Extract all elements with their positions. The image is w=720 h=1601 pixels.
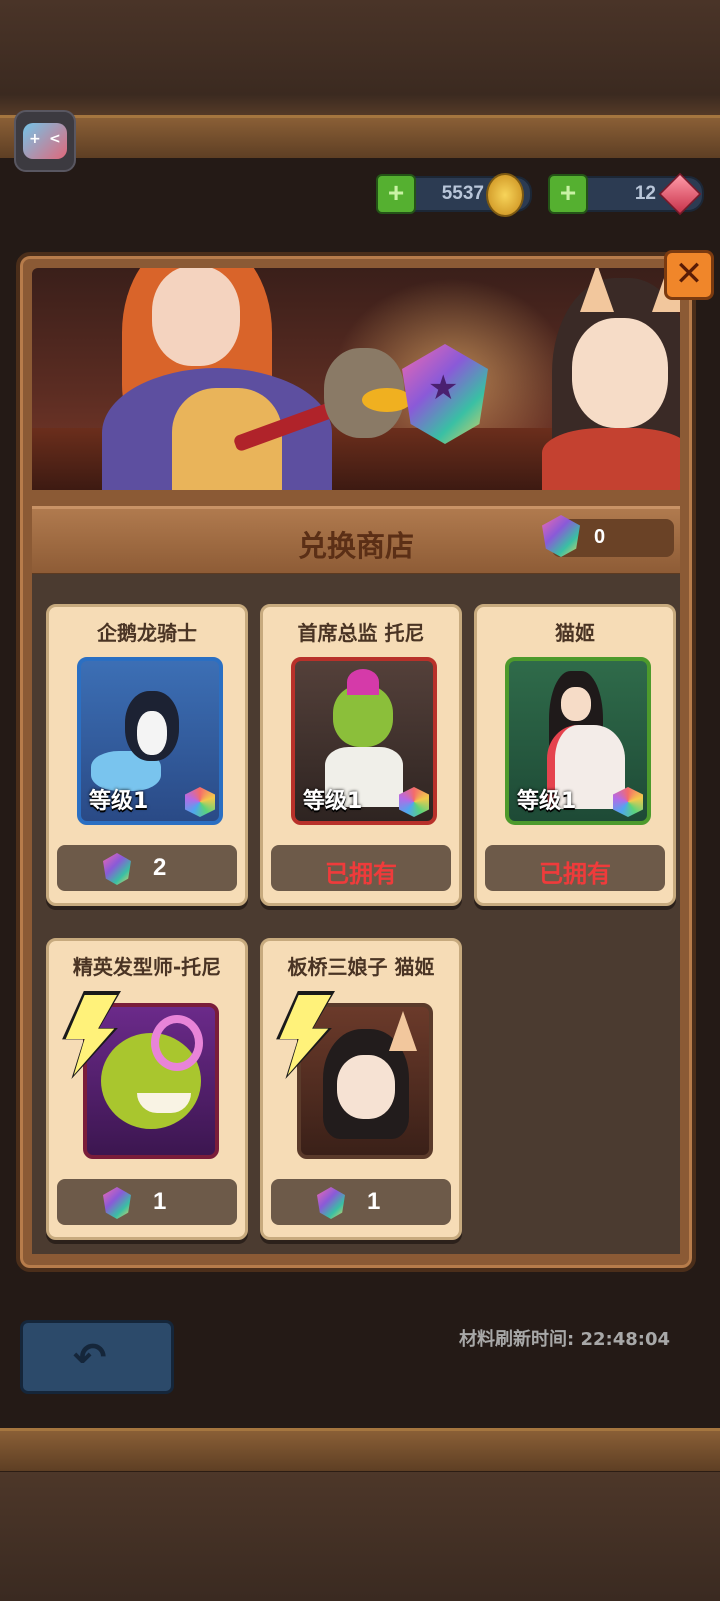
- shop-title-bar: 兑换商店 0: [32, 506, 680, 576]
- exchange-shop-dialog: ✕ 兑换商店 0 企鹅龙骑士 等级1 2 首席总监 托尼: [16, 250, 714, 1272]
- item-name: 企鹅龙骑士: [97, 621, 197, 645]
- item-name: 板桥三娘子 猫姬: [287, 955, 435, 979]
- prism-cube-icon: [185, 787, 215, 817]
- top-wood-bar: [0, 115, 720, 161]
- hero-portrait-cat-princess: 等级1: [505, 657, 651, 825]
- refresh-time-text: 材料刷新时间: 22:48:04: [458, 1329, 670, 1350]
- hero-portrait-penguin-dragon-knight: 等级1: [77, 657, 223, 825]
- game-assistant-button[interactable]: + <: [14, 110, 76, 172]
- back-button[interactable]: ↶: [20, 1320, 174, 1394]
- gold-amount: 5537: [441, 183, 484, 204]
- close-button[interactable]: ✕: [664, 250, 714, 300]
- hero-level: 等级1: [89, 789, 149, 814]
- item-name: 猫姬: [555, 621, 595, 645]
- shop-item-card[interactable]: 猫姬 等级1 已拥有: [474, 604, 676, 906]
- buy-button[interactable]: 1: [271, 1179, 451, 1225]
- gamepad-icon: + <: [23, 123, 67, 159]
- bottom-wood-bar: [0, 1428, 720, 1474]
- shop-item-grid: 企鹅龙骑士 等级1 2 首席总监 托尼 等级1 已拥有 猫姬 等级1 已拥有 精…: [32, 574, 680, 1254]
- shop-item-card[interactable]: 精英发型师-托尼 1: [46, 938, 248, 1240]
- gem-icon: [658, 172, 702, 216]
- gem-amount: 12: [634, 183, 656, 204]
- token-balance-value: 0: [594, 526, 606, 548]
- gem-counter: + 12: [548, 172, 704, 216]
- hero-portrait-chief-director-tony: 等级1: [291, 657, 437, 825]
- buy-button[interactable]: 1: [57, 1179, 237, 1225]
- hero-level: 等级1: [303, 789, 363, 814]
- hero-level: 等级1: [517, 789, 577, 814]
- owned-status: 已拥有: [485, 845, 665, 891]
- owned-label: 已拥有: [539, 860, 611, 888]
- owned-label: 已拥有: [325, 860, 397, 888]
- prism-token-icon: [317, 1187, 345, 1219]
- add-gold-button[interactable]: +: [376, 174, 416, 214]
- item-cost: 1: [367, 1188, 381, 1215]
- background-bottom: [0, 1472, 720, 1601]
- gold-counter: + 5537: [376, 173, 532, 217]
- shop-item-card[interactable]: 首席总监 托尼 等级1 已拥有: [260, 604, 462, 906]
- prism-cube-icon: [399, 787, 429, 817]
- gold-coin-icon: [486, 173, 524, 217]
- prism-token-icon: [103, 853, 131, 885]
- shop-item-card[interactable]: 企鹅龙骑士 等级1 2: [46, 604, 248, 906]
- buy-button[interactable]: 2: [57, 845, 237, 891]
- item-name: 首席总监 托尼: [297, 621, 425, 645]
- item-cost: 1: [153, 1188, 167, 1215]
- prism-token-icon: [103, 1187, 131, 1219]
- item-cost: 2: [153, 854, 167, 881]
- item-name: 精英发型师-托尼: [72, 955, 222, 979]
- token-balance: 0: [542, 515, 674, 557]
- add-gem-button[interactable]: +: [548, 174, 588, 214]
- shop-item-card[interactable]: 板桥三娘子 猫姬 1: [260, 938, 462, 1240]
- owned-status: 已拥有: [271, 845, 451, 891]
- back-arrow-icon: ↶: [73, 1335, 107, 1381]
- shop-banner: [32, 268, 680, 490]
